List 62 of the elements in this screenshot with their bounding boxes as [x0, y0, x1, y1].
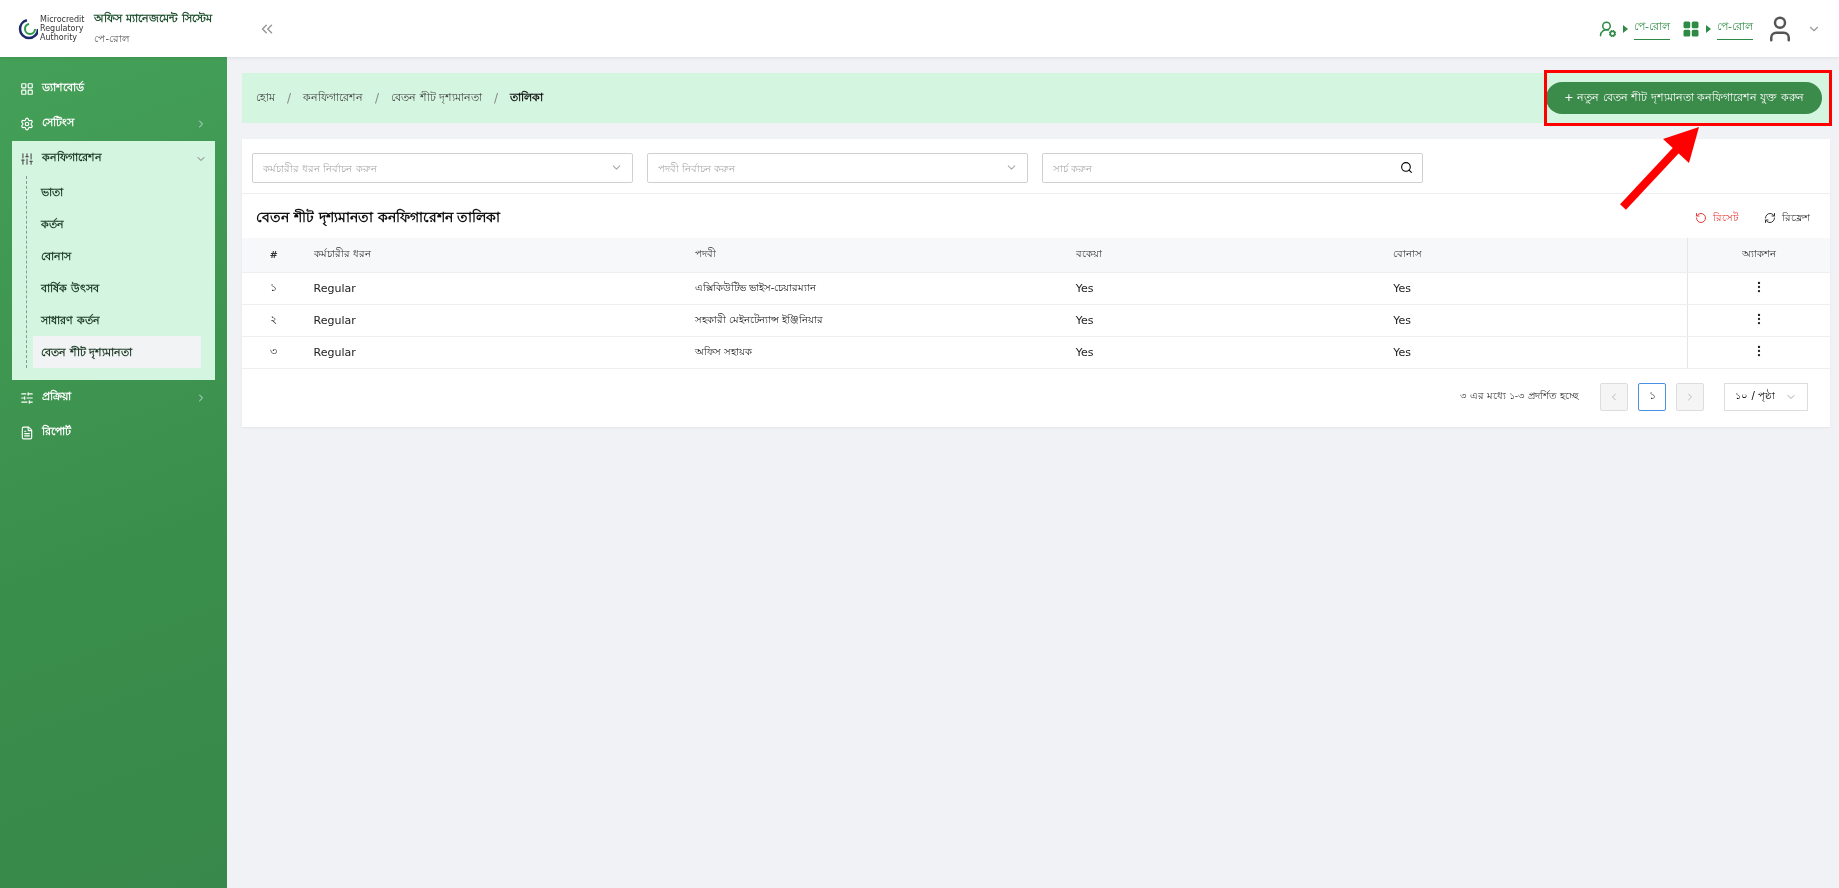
table-cell: অফিস সহায়ক	[686, 336, 1068, 368]
sidebar-item[interactable]: প্রক্রিয়া	[12, 380, 215, 415]
table-cell: Regular	[305, 304, 687, 336]
add-button[interactable]: + নতুন বেতন শীট দৃশ্যমানতা কনফিগারেশন যুক্ত করুন	[1546, 82, 1822, 114]
sidebar-subitem[interactable]: বোনাস	[33, 240, 201, 272]
breadcrumb-link[interactable]: তালিকা	[510, 88, 544, 108]
table-title: বেতন শীট দৃশ্যমানতা কনফিগারেশন তালিকা	[256, 207, 502, 228]
sidebar-subitem[interactable]: ভাতা	[33, 176, 201, 208]
table-cell: সহকারী মেইনটেন্যান্স ইঞ্জিনিয়ার	[686, 304, 1068, 336]
table-cell: ৩	[242, 336, 306, 368]
breadcrumb-separator: /	[375, 91, 380, 105]
document-icon	[20, 425, 34, 440]
sidebar-item[interactable]: কনফিগারেশন	[12, 141, 215, 176]
column-header: অ্যাকশন	[1687, 238, 1830, 272]
module-link[interactable]: পে-রোল	[1599, 17, 1670, 40]
table-cell: ১	[242, 272, 306, 304]
column-header: বোনাস	[1385, 238, 1688, 272]
reset-icon	[1695, 212, 1707, 224]
search-icon	[1400, 161, 1413, 174]
refresh-icon	[1764, 212, 1776, 224]
table-cell: Yes	[1067, 272, 1386, 304]
grid-icon	[1682, 19, 1700, 38]
logo: Microcredit Regulatory Authority	[18, 14, 85, 43]
table-cell: Yes	[1067, 336, 1386, 368]
sidebar-subitem[interactable]: বার্ষিক উৎসব	[33, 272, 201, 304]
breadcrumb-separator: /	[287, 91, 292, 105]
table-cell: ২	[242, 304, 306, 336]
page-size-select[interactable]: ১০ / পৃষ্ঠা	[1724, 382, 1808, 411]
module-link[interactable]: পে-রোল	[1682, 17, 1753, 40]
table-cell: Yes	[1385, 272, 1688, 304]
search-field[interactable]: সার্চ করুন	[1042, 153, 1423, 183]
table-cell: Regular	[305, 336, 687, 368]
column-header: কর্মচারীর ধরন	[305, 238, 687, 272]
refresh-button[interactable]: রিফ্রেশ	[1758, 208, 1816, 228]
breadcrumb-link[interactable]: কনফিগারেশন	[303, 88, 364, 108]
column-header: #	[242, 238, 306, 272]
select-field[interactable]: কর্মচারীর ধরন নির্বাচন করুন	[252, 153, 633, 183]
sliders-icon	[20, 151, 34, 166]
table-cell: Regular	[305, 272, 687, 304]
table-cell: Yes	[1067, 304, 1386, 336]
sidebar-subitem[interactable]: বেতন শীট দৃশ্যমানতা	[33, 336, 201, 368]
sidebar-item[interactable]: রিপোর্ট	[12, 415, 215, 450]
table-cell: এক্সিকিউটিভ ভাইস-চেয়ারম্যান	[686, 272, 1068, 304]
pagination-summary: ৩ এর মধ্যে ১-৩ প্রদর্শিত হচ্ছে	[1459, 389, 1579, 403]
sidebar-subitem[interactable]: কর্তন	[33, 208, 201, 240]
reset-button[interactable]: রিসেট	[1689, 208, 1744, 228]
column-header: পদবী	[686, 238, 1068, 272]
table-cell: Yes	[1385, 336, 1688, 368]
app-subtitle: পে-রোল	[94, 31, 131, 46]
breadcrumb-separator: /	[494, 91, 499, 105]
breadcrumb-link[interactable]: হোম	[256, 88, 275, 108]
settings-icon	[20, 116, 34, 131]
dashboard-icon	[20, 81, 34, 96]
sidebar-subitem[interactable]: সাধারণ কর্তন	[33, 304, 201, 336]
breadcrumb-link[interactable]: বেতন শীট দৃশ্যমানতা	[391, 88, 483, 108]
column-header: বকেয়া	[1067, 238, 1386, 272]
app-title: অফিস ম্যানেজমেন্ট সিস্টেম	[94, 10, 213, 27]
select-field[interactable]: পদবী নির্বাচন করুন	[647, 153, 1028, 183]
table-cell: Yes	[1385, 304, 1688, 336]
page-button[interactable]: ১	[1638, 382, 1667, 411]
sliders-icon	[20, 390, 34, 405]
user-icon	[1599, 19, 1618, 38]
